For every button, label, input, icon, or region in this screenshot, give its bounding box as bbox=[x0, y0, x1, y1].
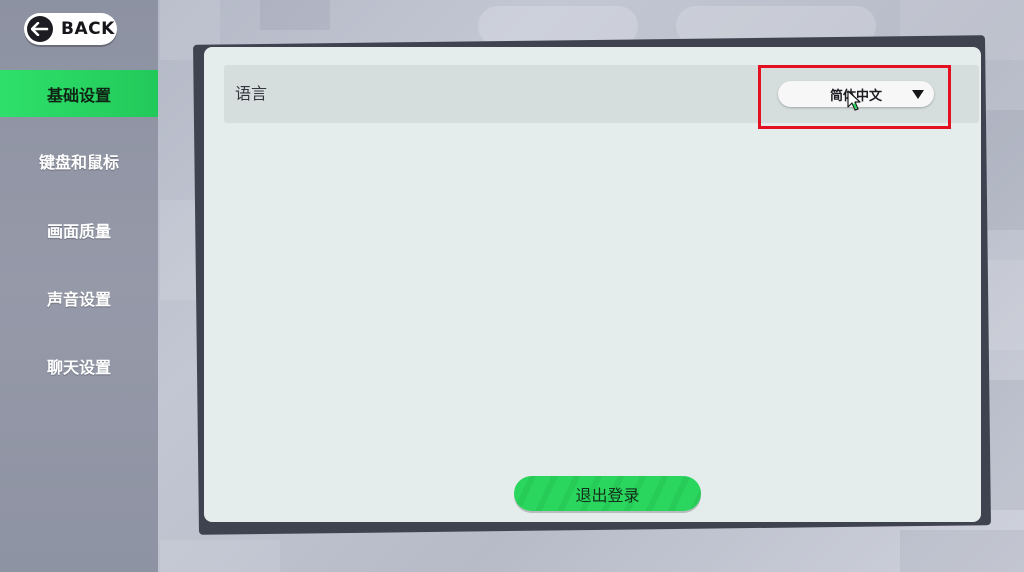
language-setting-row: 语言 简体中文 bbox=[224, 65, 979, 129]
back-arrow-icon bbox=[27, 16, 53, 42]
mouse-cursor-icon bbox=[847, 90, 861, 111]
sidebar-item-label: 画面质量 bbox=[46, 221, 111, 241]
sidebar-item-label: 聊天设置 bbox=[46, 357, 111, 377]
sidebar-item-graphics-quality[interactable]: 画面质量 bbox=[0, 206, 158, 253]
back-label: BACK bbox=[61, 19, 115, 39]
sidebar-item-chat-settings[interactable]: 聊天设置 bbox=[0, 342, 158, 389]
logout-label: 退出登录 bbox=[575, 485, 640, 505]
back-button[interactable]: BACK bbox=[24, 13, 117, 45]
sidebar-item-keyboard-mouse[interactable]: 键盘和鼠标 bbox=[0, 137, 158, 184]
dropdown-caret-icon bbox=[912, 90, 924, 99]
sidebar-item-label: 基础设置 bbox=[46, 85, 111, 105]
sidebar-item-basic-settings[interactable]: 基础设置 bbox=[0, 70, 158, 117]
language-label: 语言 bbox=[235, 84, 268, 103]
sidebar: BACK 基础设置 键盘和鼠标 画面质量 声音设置 聊天设置 bbox=[0, 0, 158, 572]
sidebar-item-label: 声音设置 bbox=[46, 289, 111, 309]
sidebar-item-sound-settings[interactable]: 声音设置 bbox=[0, 274, 158, 321]
settings-panel: 语言 简体中文 退出登录 bbox=[204, 47, 981, 522]
logout-button[interactable]: 退出登录 bbox=[514, 476, 701, 511]
sidebar-item-label: 键盘和鼠标 bbox=[38, 152, 119, 172]
